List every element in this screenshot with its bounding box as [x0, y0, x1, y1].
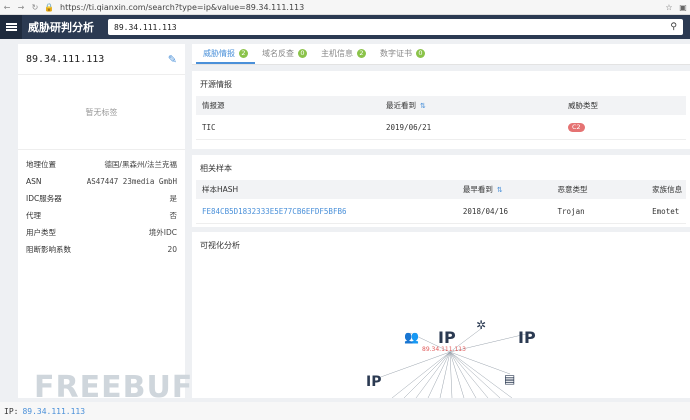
status-label: IP: [4, 406, 19, 416]
app-brand: 威胁研判分析 [28, 21, 94, 34]
osint-card: 开源情报 情报源 最近看到 ⇅ 威胁类型 TIC 2019/06/21 C2 [192, 71, 690, 149]
bug-node-icon[interactable]: ✲ [476, 318, 486, 332]
col-header-sortable[interactable]: 最近看到 ⇅ [380, 100, 562, 111]
cell-source: TIC [202, 122, 216, 132]
sort-icon[interactable]: ⇅ [497, 186, 503, 194]
tab-threat-intel[interactable]: 威胁情报 2 [196, 48, 255, 64]
samples-title: 相关样本 [200, 164, 232, 173]
attr-row: IDC服务器 是 [26, 190, 177, 207]
cell-malware-type: Trojan [557, 206, 585, 216]
ip-title: 89.34.111.113 [26, 53, 105, 65]
table-row: TIC 2019/06/21 C2 [196, 115, 686, 140]
col-header-sortable[interactable]: 最早看到 ⇅ [457, 184, 552, 195]
attr-value: 是 [169, 194, 178, 203]
table-header: 情报源 最近看到 ⇅ 威胁类型 [196, 96, 686, 115]
browser-toolbar: ← → ↻ 🔒 https://ti.qianxin.com/search?ty… [0, 0, 690, 15]
cell-date: 2019/06/21 [386, 122, 432, 132]
users-node-icon[interactable]: 👥 [404, 330, 419, 344]
col-header: 样本HASH [202, 185, 239, 194]
samples-card: 相关样本 样本HASH 最早看到 ⇅ 恶意类型 家族信息 FE84CB5D1832… [192, 155, 690, 227]
attr-value: 德国/黑森州/法兰克福 [104, 160, 177, 169]
ip-attributes: 地理位置 德国/黑森州/法兰克福 ASN AS47447 23media GmbH … [18, 150, 185, 264]
extension-icon[interactable]: ▣ [676, 3, 690, 12]
tab-label: 主机信息 [321, 49, 353, 58]
attr-key: IDC服务器 [26, 194, 62, 203]
table-header: 样本HASH 最早看到 ⇅ 恶意类型 家族信息 [196, 180, 686, 199]
tags-empty: 暂无标签 [18, 75, 185, 150]
attr-value: 境外IDC [148, 228, 177, 237]
attr-key: 代理 [26, 211, 41, 220]
cell-threat-type: C2 [562, 122, 686, 132]
attr-value: AS47447 23media GmbH [86, 177, 177, 186]
tab-count-badge: 0 [416, 49, 425, 58]
col-header-label: 最近看到 [386, 101, 416, 110]
status-value: 89.34.111.113 [22, 406, 86, 416]
search-icon[interactable]: ⚲ [670, 22, 677, 32]
detail-area: 威胁情报 2 域名反查 0 主机信息 2 数字证书 0 开源情报 情报源 最近看到 ⇅ 威… [192, 44, 690, 398]
tab-label: 威胁情报 [203, 49, 235, 58]
tab-host-info[interactable]: 主机信息 2 [314, 48, 373, 64]
tab-label: 域名反查 [262, 49, 294, 58]
table-row: FE84CB5D1832333E5E77CB6EFDF5BFB6 2018/04… [196, 199, 686, 224]
ip-summary-panel: 89.34.111.113 ✎ 暂无标签 地理位置 德国/黑森州/法兰克福 ASN… [18, 44, 185, 398]
detail-tabs: 威胁情报 2 域名反查 0 主机信息 2 数字证书 0 [192, 44, 690, 65]
node-ip-label[interactable]: IP [366, 374, 381, 390]
attr-key: ASN [26, 177, 42, 186]
threat-tag: C2 [568, 123, 585, 132]
tab-certificates[interactable]: 数字证书 0 [373, 48, 432, 64]
attr-key: 地理位置 [26, 160, 56, 169]
search-value: 89.34.111.113 [114, 22, 177, 32]
forward-icon[interactable]: → [14, 3, 28, 12]
freebuf-watermark: FREEBUF [34, 370, 194, 405]
center-ip-label: 89.34.111.113 [422, 346, 466, 353]
sample-hash-link[interactable]: FE84CB5D1832333E5E77CB6EFDF5BFB6 [196, 207, 457, 216]
col-header-label: 最早看到 [462, 185, 493, 194]
attr-key: 用户类型 [26, 228, 56, 237]
attr-row: 地理位置 德国/黑森州/法兰克福 [26, 156, 177, 173]
attr-row: ASN AS47447 23media GmbH [26, 173, 177, 190]
status-bar: IP: 89.34.111.113 [0, 402, 690, 420]
sort-icon[interactable]: ⇅ [420, 102, 426, 110]
tab-count-badge: 0 [298, 49, 307, 58]
app-header: 威胁研判分析 89.34.111.113 ⚲ [0, 15, 690, 39]
attr-value: 20 [167, 245, 177, 254]
relation-graph[interactable] [192, 248, 690, 398]
node-ip-label[interactable]: IP [518, 328, 536, 347]
menu-icon[interactable] [0, 15, 22, 39]
add-note-icon[interactable]: ✎ [168, 53, 177, 66]
bookmark-star-icon[interactable]: ☆ [662, 3, 676, 12]
address-bar[interactable]: https://ti.qianxin.com/search?type=ip&va… [60, 3, 662, 12]
search-input[interactable]: 89.34.111.113 ⚲ [108, 19, 683, 35]
reload-icon[interactable]: ↻ [28, 3, 42, 12]
cell-date: 2018/04/16 [462, 206, 509, 216]
attr-key: 阻断影响系数 [26, 245, 71, 254]
attr-value: 否 [169, 211, 178, 220]
file-node-icon[interactable]: ▤ [504, 372, 515, 386]
cell-family: Emotet [652, 206, 680, 216]
tab-count-badge: 2 [239, 49, 248, 58]
tab-label: 数字证书 [380, 49, 412, 58]
back-icon[interactable]: ← [0, 3, 14, 12]
visual-analysis-card: 可视化分析 IP IP IP 89.34.111.113 👥 ✲ ▤ [192, 232, 690, 398]
col-header: 情报源 [202, 101, 225, 110]
col-header: 威胁类型 [568, 101, 598, 110]
col-header: 家族信息 [652, 185, 683, 194]
osint-title: 开源情报 [200, 80, 232, 89]
attr-row: 用户类型 境外IDC [26, 224, 177, 241]
tab-reverse-domain[interactable]: 域名反查 0 [255, 48, 314, 64]
node-ip-label[interactable]: IP [438, 328, 456, 347]
attr-row: 代理 否 [26, 207, 177, 224]
col-header: 恶意类型 [557, 185, 588, 194]
tab-count-badge: 2 [357, 49, 366, 58]
lock-icon: 🔒 [44, 2, 54, 12]
attr-row: 阻断影响系数 20 [26, 241, 177, 258]
